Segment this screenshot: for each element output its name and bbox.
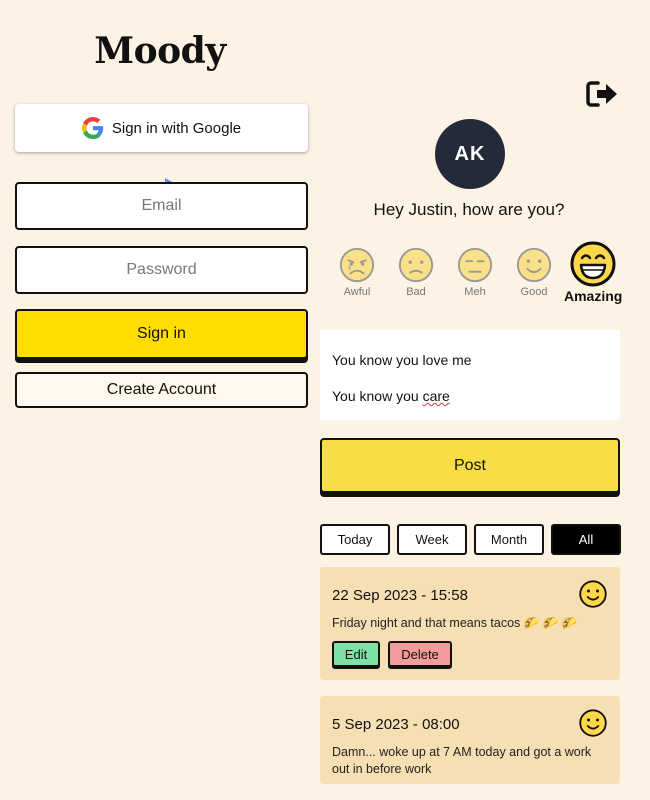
dashboard-panel: AK Hey Justin, how are you? Awful Bad Me…: [318, 0, 650, 800]
mood-option-good[interactable]: Good: [505, 246, 563, 298]
post-card: 5 Sep 2023 - 08:00 Damn... woke up at 7 …: [320, 696, 620, 784]
mood-label-awful: Awful: [343, 286, 371, 298]
mood-option-meh[interactable]: Meh: [446, 246, 504, 298]
signin-button[interactable]: Sign in: [15, 309, 308, 359]
entry-textarea[interactable]: You know you love me You know you care: [320, 330, 620, 420]
logout-button[interactable]: [586, 80, 620, 108]
filter-today[interactable]: Today: [320, 524, 390, 555]
bad-face-icon: [398, 247, 434, 283]
filter-week[interactable]: Week: [397, 524, 467, 555]
mood-label-amazing: Amazing: [564, 288, 623, 304]
mood-label-bad: Bad: [406, 286, 426, 298]
post-button[interactable]: Post: [320, 438, 620, 493]
post-card: 22 Sep 2023 - 15:58 Friday night and tha…: [320, 567, 620, 680]
mood-option-bad[interactable]: Bad: [387, 246, 445, 298]
misspelled-word: care: [422, 388, 450, 404]
avatar[interactable]: AK: [435, 119, 505, 189]
mood-option-amazing[interactable]: Amazing: [564, 240, 622, 304]
mood-selector: Awful Bad Meh Good Amazing: [328, 240, 623, 310]
entry-line-2: You know you care: [332, 378, 608, 415]
post-date: 22 Sep 2023 - 15:58: [332, 587, 468, 604]
post-text: Friday night and that means tacos 🌮 🌮 🌮: [332, 616, 578, 630]
good-face-icon: [516, 247, 552, 283]
greeting-text: Hey Justin, how are you?: [373, 200, 565, 219]
logout-icon: [586, 81, 617, 107]
google-signin-label: Sign in with Google: [111, 119, 242, 137]
good-face-icon: [579, 580, 607, 608]
entry-line-2-text: You know you: [332, 388, 423, 404]
entry-line-1: You know you love me: [332, 352, 472, 368]
awful-face-icon: [339, 247, 375, 283]
filter-all[interactable]: All: [551, 524, 621, 555]
filter-month[interactable]: Month: [474, 524, 544, 555]
post-text: Damn... woke up at 7 AM today and got a …: [332, 745, 592, 776]
edit-button[interactable]: Edit: [332, 641, 380, 667]
mood-option-awful[interactable]: Awful: [328, 246, 386, 298]
google-signin-button[interactable]: Sign in with Google: [15, 104, 308, 152]
delete-button[interactable]: Delete: [388, 641, 452, 667]
email-field[interactable]: [15, 182, 308, 230]
good-face-icon: [579, 709, 607, 737]
login-panel: Moody Sign in with Google Sign in Create…: [0, 0, 320, 800]
mood-label-meh: Meh: [464, 286, 486, 298]
mood-label-good: Good: [520, 286, 548, 298]
password-field[interactable]: [15, 246, 308, 294]
google-icon: [81, 117, 104, 139]
app-logo: Moody: [94, 30, 226, 72]
create-account-button[interactable]: Create Account: [15, 372, 308, 408]
post-date: 5 Sep 2023 - 08:00: [332, 716, 460, 733]
meh-face-icon: [457, 247, 493, 283]
amazing-face-icon: [570, 241, 616, 287]
filter-tabs: Today Week Month All: [320, 524, 622, 556]
